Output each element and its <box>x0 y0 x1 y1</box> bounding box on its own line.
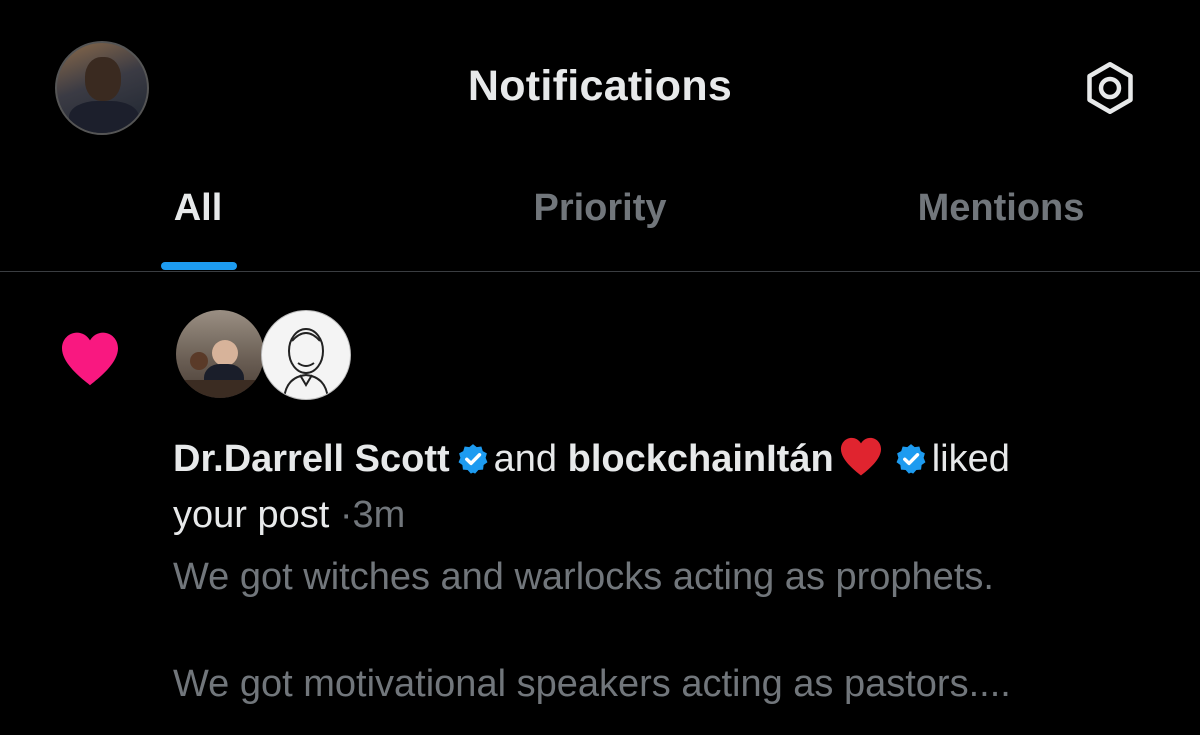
heart-icon <box>62 332 118 386</box>
liker-name-1[interactable]: Dr.Darrell Scott <box>173 438 450 480</box>
tab-all[interactable]: All <box>174 187 223 230</box>
liker-name-2[interactable]: blockchainItán <box>568 438 834 480</box>
connector-text: and <box>493 438 558 480</box>
tab-mentions[interactable]: Mentions <box>918 187 1085 230</box>
action-text-cont: your post <box>173 494 330 536</box>
notification-tabs: All Priority Mentions <box>0 175 1200 272</box>
avatar-table <box>176 380 264 398</box>
verified-badge-icon <box>896 444 926 474</box>
verified-badge-icon <box>458 444 488 474</box>
avatar-figure <box>190 352 208 370</box>
tab-priority[interactable]: Priority <box>533 187 666 230</box>
active-tab-indicator <box>161 262 237 270</box>
timestamp: 3m <box>352 494 406 536</box>
notification-text-line1: Dr.Darrell Scott and blockchainItán like… <box>173 435 1010 481</box>
liker-avatar-1[interactable] <box>176 310 264 398</box>
post-preview-line1: We got witches and warlocks acting as pr… <box>173 556 994 598</box>
notification-text-line2: your post ·3m <box>173 494 405 537</box>
page-title: Notifications <box>467 62 733 110</box>
separator-dot: · <box>339 494 353 536</box>
gear-icon[interactable] <box>1080 58 1140 118</box>
red-heart-emoji-icon <box>840 437 881 476</box>
liker-avatar-2[interactable] <box>261 310 351 400</box>
avatar-figure <box>212 340 238 366</box>
post-preview-line2: We got motivational speakers acting as p… <box>173 663 1011 705</box>
notification-item[interactable]: Dr.Darrell Scott and blockchainItán like… <box>0 272 1200 735</box>
action-text: liked <box>931 438 1010 480</box>
top-bar: Notifications <box>0 0 1200 175</box>
